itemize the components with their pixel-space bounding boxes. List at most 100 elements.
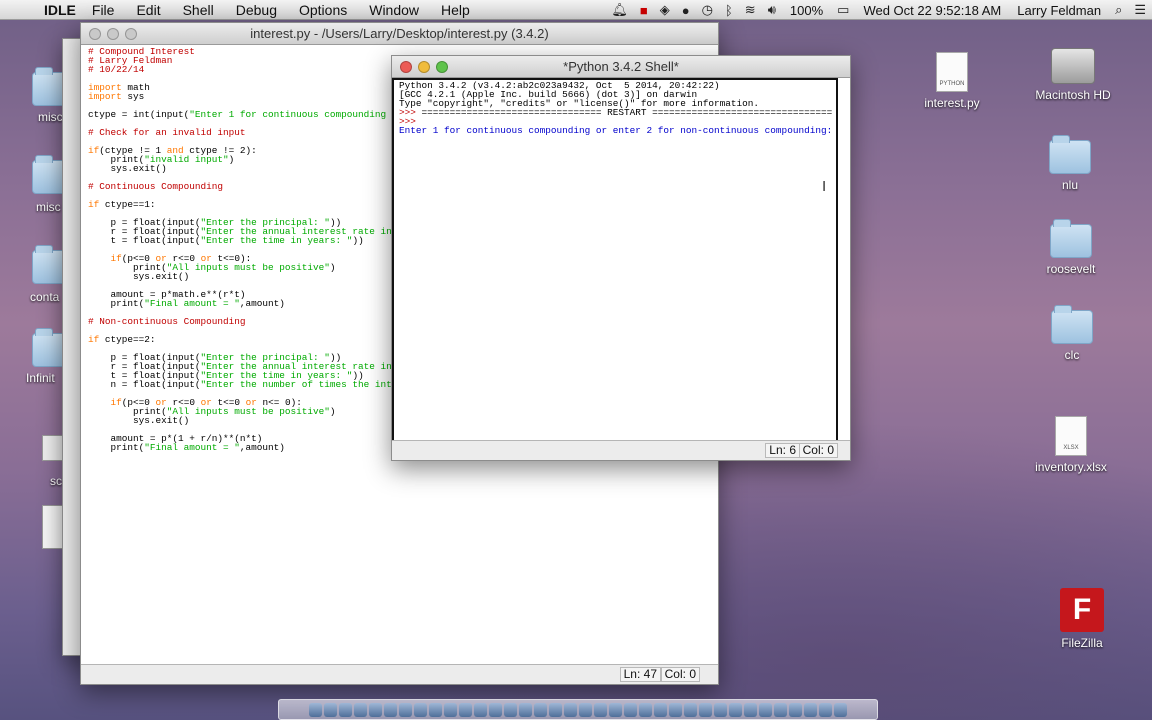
dock-app-icon[interactable] bbox=[564, 702, 577, 717]
shell-window[interactable]: *Python 3.4.2 Shell* Python 3.4.2 (v3.4.… bbox=[391, 55, 851, 461]
menu-app-name[interactable]: IDLE bbox=[44, 2, 76, 18]
file-thumbnail-icon[interactable] bbox=[42, 505, 64, 549]
zoom-button[interactable] bbox=[125, 28, 137, 40]
code-token: "All inputs must be positive" bbox=[166, 406, 330, 417]
volume-icon[interactable]: 🔊︎ bbox=[768, 2, 776, 18]
shell-titlebar[interactable]: *Python 3.4.2 Shell* bbox=[392, 56, 850, 78]
time-machine-icon[interactable]: ◷ bbox=[702, 2, 713, 18]
menu-debug[interactable]: Debug bbox=[236, 2, 277, 18]
shell-line: >>> ================================ RES… bbox=[399, 108, 835, 117]
dock-app-icon[interactable] bbox=[324, 702, 337, 717]
desktop-label-conta[interactable]: conta bbox=[30, 290, 59, 304]
battery-status[interactable]: 100% bbox=[790, 3, 823, 18]
dock-app-icon[interactable] bbox=[774, 702, 787, 717]
line-indicator: Ln: 47 bbox=[619, 667, 661, 682]
dock-app-icon[interactable] bbox=[819, 702, 832, 717]
desktop-icon-filezilla[interactable]: F FileZilla bbox=[1032, 588, 1132, 650]
shell-text-area[interactable]: Python 3.4.2 (v3.4.2:ab2c023a9432, Oct 5… bbox=[399, 81, 835, 441]
code-token: ctype = int(input( bbox=[88, 109, 190, 120]
dock-app-icon[interactable] bbox=[354, 702, 367, 717]
dock-app-icon[interactable] bbox=[489, 702, 502, 717]
code-token: sys.exit() bbox=[88, 271, 190, 282]
desktop-icon-label: nlu bbox=[1061, 178, 1078, 192]
dock-app-icon[interactable] bbox=[339, 702, 352, 717]
code-token: ,amount) bbox=[239, 298, 285, 309]
code-token: ,amount) bbox=[239, 442, 285, 453]
file-thumbnail-icon[interactable] bbox=[42, 435, 64, 461]
sync-icon[interactable]: ◈ bbox=[660, 2, 670, 18]
dock-app-icon[interactable] bbox=[804, 702, 817, 717]
dock-app-icon[interactable] bbox=[834, 702, 847, 717]
hard-drive-icon bbox=[1051, 48, 1095, 84]
dock-app-icon[interactable] bbox=[759, 702, 772, 717]
code-token: "Enter the number of times the inter bbox=[200, 379, 404, 390]
notification-icon[interactable]: 🔔︎ bbox=[611, 2, 628, 18]
dock-app-icon[interactable] bbox=[309, 702, 322, 717]
dock-app-icon[interactable] bbox=[399, 702, 412, 717]
dock-app-icon[interactable] bbox=[654, 702, 667, 717]
desktop-icon-clc[interactable]: clc bbox=[1022, 305, 1122, 362]
dock-app-icon[interactable] bbox=[624, 702, 637, 717]
close-button[interactable] bbox=[400, 61, 412, 73]
menu-options[interactable]: Options bbox=[299, 2, 347, 18]
desktop-label-misc[interactable]: misc bbox=[38, 110, 63, 124]
minimize-button[interactable] bbox=[418, 61, 430, 73]
dock-app-icon[interactable] bbox=[474, 702, 487, 717]
dock-app-icon[interactable] bbox=[444, 702, 457, 717]
zoom-button[interactable] bbox=[436, 61, 448, 73]
dock-app-icon[interactable] bbox=[609, 702, 622, 717]
dock-app-icon[interactable] bbox=[744, 702, 757, 717]
spreadsheet-file-icon: XLSX bbox=[1055, 416, 1087, 456]
dock-app-icon[interactable] bbox=[504, 702, 517, 717]
dock-app-icon[interactable] bbox=[699, 702, 712, 717]
wifi-icon[interactable]: ≋ bbox=[745, 2, 756, 18]
bluetooth-icon[interactable]: ᛒ bbox=[725, 3, 733, 18]
desktop-icon-macintosh-hd[interactable]: Macintosh HD bbox=[1023, 48, 1123, 102]
notification-center-icon[interactable]: ☰ bbox=[1134, 2, 1146, 18]
desktop-icon-roosevelt[interactable]: roosevelt bbox=[1021, 219, 1121, 276]
menu-help[interactable]: Help bbox=[441, 2, 470, 18]
line-indicator: Ln: 6 bbox=[765, 443, 800, 458]
code-token: if bbox=[88, 334, 100, 345]
dock-app-icon[interactable] bbox=[594, 702, 607, 717]
shell-text-frame[interactable]: Python 3.4.2 (v3.4.2:ab2c023a9432, Oct 5… bbox=[392, 78, 838, 442]
menu-edit[interactable]: Edit bbox=[136, 2, 160, 18]
record-icon[interactable]: ■ bbox=[640, 3, 648, 18]
dock-app-icon[interactable] bbox=[669, 702, 682, 717]
user-name[interactable]: Larry Feldman bbox=[1017, 3, 1101, 18]
menu-window[interactable]: Window bbox=[369, 2, 419, 18]
dock-app-icon[interactable] bbox=[579, 702, 592, 717]
menu-shell[interactable]: Shell bbox=[183, 2, 214, 18]
status-icon[interactable]: ● bbox=[682, 3, 690, 18]
menu-file[interactable]: File bbox=[92, 2, 115, 18]
minimize-button[interactable] bbox=[107, 28, 119, 40]
desktop-icon-interest-py[interactable]: PYTHON interest.py bbox=[902, 52, 1002, 110]
python-file-icon: PYTHON bbox=[936, 52, 968, 92]
dock-app-icon[interactable] bbox=[414, 702, 427, 717]
desktop-label-sc[interactable]: sc bbox=[50, 474, 62, 488]
dock-app-icon[interactable] bbox=[789, 702, 802, 717]
desktop-icon-nlu[interactable]: nlu bbox=[1020, 135, 1120, 192]
code-token: ctype==1: bbox=[99, 199, 156, 210]
clock[interactable]: Wed Oct 22 9:52:18 AM bbox=[863, 3, 1001, 18]
dock-app-icon[interactable] bbox=[729, 702, 742, 717]
code-token: sys bbox=[121, 91, 145, 102]
dock-app-icon[interactable] bbox=[459, 702, 472, 717]
editor-titlebar[interactable]: interest.py - /Users/Larry/Desktop/inter… bbox=[81, 23, 718, 45]
dock-app-icon[interactable] bbox=[429, 702, 442, 717]
dock-app-icon[interactable] bbox=[369, 702, 382, 717]
spotlight-search-icon[interactable]: ⌕ bbox=[1115, 2, 1122, 18]
dock-app-icon[interactable] bbox=[534, 702, 547, 717]
dock-app-icon[interactable] bbox=[384, 702, 397, 717]
code-token: # Continuous Compounding bbox=[88, 181, 224, 192]
dock-app-icon[interactable] bbox=[684, 702, 697, 717]
dock-app-icon[interactable] bbox=[549, 702, 562, 717]
desktop-label-infinit[interactable]: Infinit bbox=[26, 371, 55, 385]
dock-app-icon[interactable] bbox=[519, 702, 532, 717]
close-button[interactable] bbox=[89, 28, 101, 40]
desktop-icon-inventory-xlsx[interactable]: XLSX inventory.xlsx bbox=[1021, 416, 1121, 474]
code-token: print( bbox=[88, 298, 145, 309]
desktop-label-misc-2[interactable]: misc bbox=[36, 200, 61, 214]
dock-app-icon[interactable] bbox=[639, 702, 652, 717]
dock-app-icon[interactable] bbox=[714, 702, 727, 717]
